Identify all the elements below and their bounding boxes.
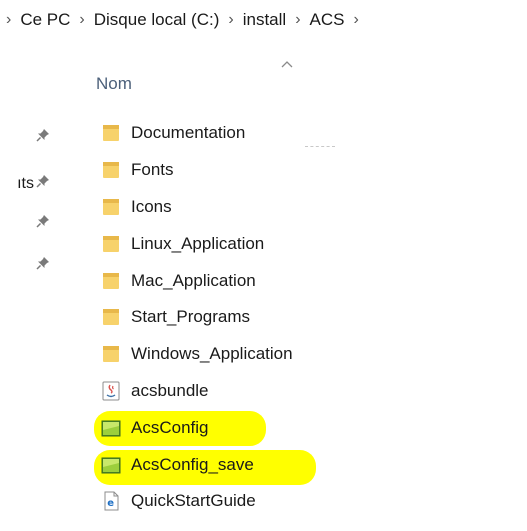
sort-ascending-icon <box>281 61 293 68</box>
java-archive-icon <box>102 381 120 401</box>
config-file-icon <box>101 457 121 474</box>
list-item[interactable]: Fonts <box>96 152 516 189</box>
config-file-icon <box>101 420 121 437</box>
chevron-right-icon[interactable]: › <box>79 11 84 29</box>
file-name: AcsConfig_save <box>131 454 254 474</box>
pin-icon[interactable] <box>36 174 50 188</box>
breadcrumb-item-acs[interactable]: ACS <box>310 10 345 30</box>
file-name: Windows_Application <box>131 344 293 364</box>
breadcrumb-item-ce-pc[interactable]: Ce PC <box>20 10 70 30</box>
folder-icon <box>103 346 119 363</box>
chevron-right-icon[interactable]: › <box>295 11 300 29</box>
html-document-icon: e <box>104 491 119 511</box>
file-name: Linux_Application <box>131 233 265 253</box>
breadcrumb-item-install[interactable]: install <box>243 10 286 30</box>
list-item[interactable]: acsbundle <box>96 373 516 410</box>
chevron-right-icon[interactable]: › <box>228 11 233 29</box>
list-item[interactable]: e QuickStartGuide <box>96 483 516 520</box>
folder-icon <box>103 272 119 289</box>
folder-icon <box>103 309 119 326</box>
pin-icon[interactable] <box>36 214 50 228</box>
folder-icon <box>103 235 119 252</box>
file-name: AcsConfig <box>131 417 209 437</box>
navigation-pane: ıts <box>0 40 66 531</box>
file-name: QuickStartGuide <box>131 491 256 511</box>
breadcrumb: › Ce PC › Disque local (C:) › install › … <box>0 0 527 40</box>
nav-item-label-partial[interactable]: ıts <box>0 175 34 193</box>
file-name: acsbundle <box>131 380 209 400</box>
list-item[interactable]: Start_Programs <box>96 299 516 336</box>
folder-icon <box>103 198 119 215</box>
file-explorer-view: › Ce PC › Disque local (C:) › install › … <box>0 0 527 531</box>
breadcrumb-item-disque-local[interactable]: Disque local (C:) <box>94 10 220 30</box>
list-item[interactable]: Linux_Application <box>96 225 516 262</box>
list-item[interactable]: Icons <box>96 189 516 226</box>
column-header-label[interactable]: Nom <box>96 74 132 94</box>
folder-icon <box>103 125 119 142</box>
folder-icon <box>103 162 119 179</box>
pin-icon[interactable] <box>36 256 50 270</box>
file-name: Fonts <box>131 160 174 180</box>
list-item[interactable]: Mac_Application <box>96 262 516 299</box>
list-item[interactable]: Documentation <box>96 115 516 152</box>
file-name: Icons <box>131 196 172 216</box>
svg-text:e: e <box>107 498 114 509</box>
file-name: Mac_Application <box>131 270 256 290</box>
list-item[interactable]: Windows_Application <box>96 336 516 373</box>
chevron-right-icon[interactable]: › <box>6 11 11 29</box>
file-name: Documentation <box>131 123 246 143</box>
file-name: Start_Programs <box>131 307 251 327</box>
chevron-right-icon[interactable]: › <box>353 11 358 29</box>
pin-icon[interactable] <box>36 128 50 142</box>
column-header-name[interactable]: Nom <box>96 60 496 100</box>
